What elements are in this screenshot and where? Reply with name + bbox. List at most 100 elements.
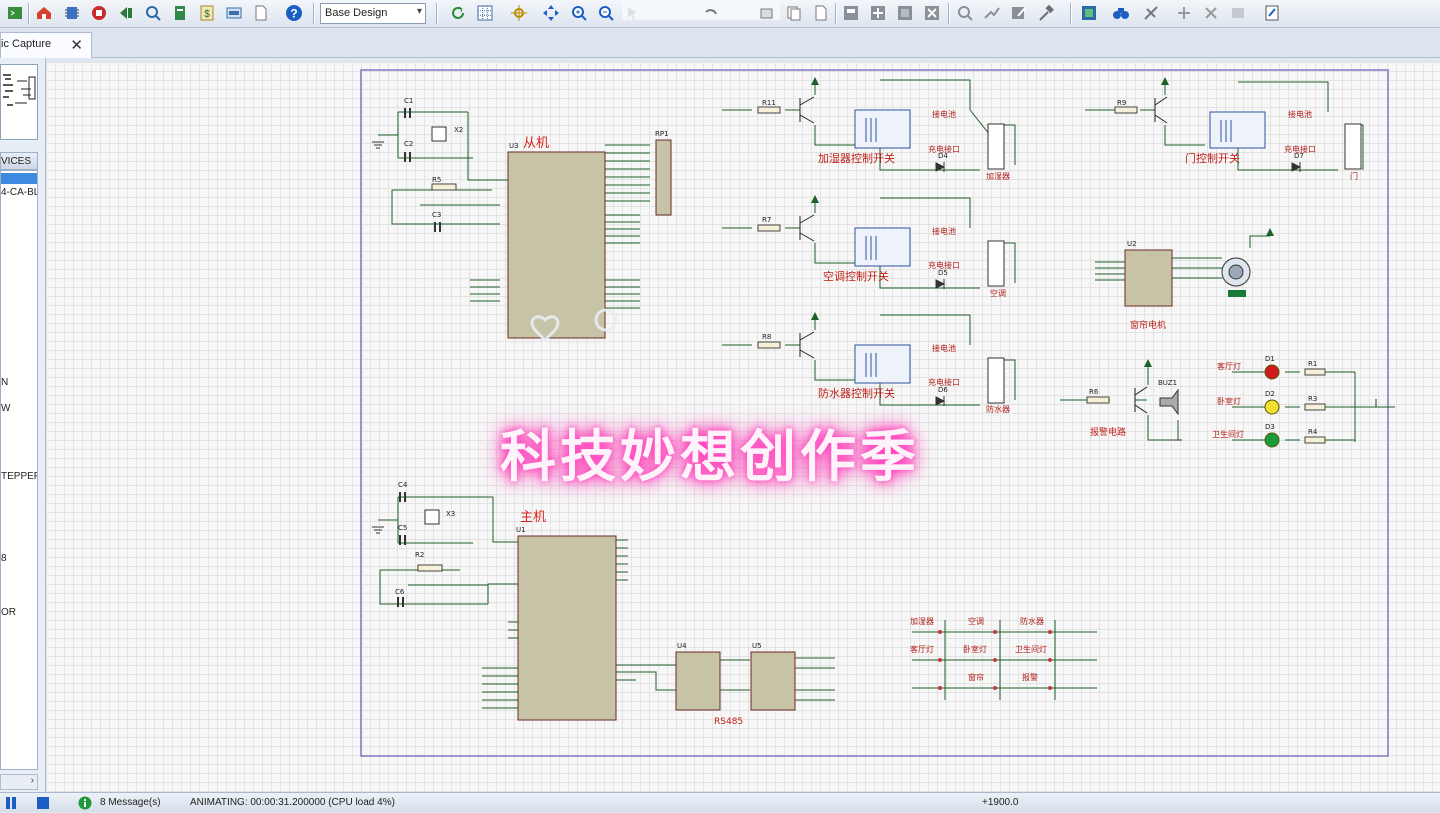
main-toolbar: $ ? Base Design ▾ [0, 0, 1440, 28]
svg-text:卧室灯: 卧室灯 [963, 644, 987, 654]
svg-text:卫生间灯: 卫生间灯 [1212, 429, 1244, 439]
messages-count[interactable]: 8 Message(s) [100, 797, 161, 808]
netlist-icon[interactable] [1078, 2, 1100, 24]
svg-text:$: $ [204, 9, 210, 20]
edit-icon[interactable] [1008, 2, 1030, 24]
svg-text:门: 门 [1350, 171, 1358, 181]
svg-text:R8: R8 [762, 333, 771, 341]
svg-text:U4: U4 [677, 642, 687, 650]
design-select-value: Base Design [325, 7, 388, 19]
block-delete-icon[interactable] [921, 2, 943, 24]
gallery-icon[interactable] [142, 2, 164, 24]
device-item[interactable]: W [1, 403, 10, 414]
block-rotate-icon[interactable] [894, 2, 916, 24]
svg-text:加湿器: 加湿器 [986, 171, 1010, 181]
cut-icon[interactable] [756, 2, 778, 24]
chip-u4 [675, 651, 721, 711]
search-icon[interactable] [954, 2, 976, 24]
zoom-in-icon[interactable] [568, 2, 590, 24]
svg-text:R7: R7 [762, 216, 771, 224]
svg-text:充电接口: 充电接口 [928, 377, 960, 387]
copy-icon[interactable] [169, 2, 191, 24]
svg-text:加湿器: 加湿器 [910, 616, 934, 626]
terminal-icon[interactable] [4, 2, 26, 24]
svg-text:充电接口: 充电接口 [928, 260, 960, 270]
tab-schematic-capture[interactable]: ic Capture ✕ [0, 32, 92, 58]
undo-icon[interactable] [700, 2, 722, 24]
svg-text:报警电路: 报警电路 [1090, 426, 1126, 438]
svg-text:R6: R6 [1089, 388, 1099, 396]
device-list-hscroll[interactable]: › [0, 774, 38, 790]
svg-text:R11: R11 [762, 99, 776, 107]
overview-window[interactable] [0, 64, 38, 140]
svg-text:接电池: 接电池 [1288, 109, 1312, 119]
document-icon-2[interactable] [810, 2, 832, 24]
device-item[interactable]: N [1, 377, 8, 388]
animating-status: ANIMATING: 00:00:31.200000 (CPU load 4%) [190, 797, 395, 808]
binoculars-icon[interactable] [1110, 2, 1132, 24]
svg-text:空调控制开关: 空调控制开关 [823, 269, 889, 283]
origin-icon[interactable] [508, 2, 530, 24]
strike-icon[interactable] [1140, 2, 1162, 24]
info-icon [78, 796, 92, 810]
svg-text:X2: X2 [454, 126, 463, 134]
led-d1 [1264, 364, 1280, 380]
scroll-right-icon[interactable]: › [31, 775, 34, 786]
home-icon[interactable] [33, 2, 55, 24]
svg-text:RS485: RS485 [714, 717, 743, 727]
device-item[interactable]: OR [1, 607, 16, 618]
block-copy-icon[interactable] [840, 2, 862, 24]
pan-icon[interactable] [540, 2, 562, 24]
led-d2 [1264, 399, 1280, 415]
svg-text:U5: U5 [752, 642, 762, 650]
svg-text:防水器控制开关: 防水器控制开关 [818, 386, 895, 400]
tools-icon[interactable] [1227, 2, 1249, 24]
remove-icon[interactable] [1200, 2, 1222, 24]
svg-text:接电池: 接电池 [932, 109, 956, 119]
svg-text:充电接口: 充电接口 [1284, 144, 1316, 154]
pause-icon[interactable] [4, 796, 18, 810]
svg-text:R4: R4 [1308, 428, 1318, 436]
svg-text:R2: R2 [415, 551, 424, 559]
svg-text:从机: 从机 [523, 136, 549, 151]
close-icon[interactable]: ✕ [70, 36, 83, 54]
device-item[interactable]: 8 [1, 553, 7, 564]
buzzer-buz1 [1159, 388, 1179, 416]
grid-icon[interactable] [474, 2, 496, 24]
svg-text:加湿器控制开关: 加湿器控制开关 [818, 151, 895, 165]
stop-icon[interactable] [36, 796, 50, 810]
svg-text:BUZ1: BUZ1 [1158, 379, 1177, 387]
zoom-out-icon[interactable] [595, 2, 617, 24]
svg-text:空调: 空调 [990, 288, 1006, 298]
back-icon[interactable] [115, 2, 137, 24]
wire-autoroute-icon[interactable] [981, 2, 1003, 24]
svg-text:D2: D2 [1265, 390, 1275, 398]
relays [854, 109, 1266, 384]
document-icon[interactable] [250, 2, 272, 24]
chip-icon[interactable] [88, 2, 110, 24]
chip-u2 [1124, 249, 1173, 307]
device-item[interactable]: 4-CA-BL [1, 187, 37, 198]
add-icon[interactable] [1173, 2, 1195, 24]
components-icon[interactable] [61, 2, 83, 24]
copy-doc-icon[interactable] [783, 2, 805, 24]
design-select[interactable]: Base Design ▾ [320, 3, 426, 24]
svg-text:D6: D6 [938, 386, 948, 394]
refresh-icon[interactable] [447, 2, 469, 24]
hammer-icon[interactable] [1035, 2, 1057, 24]
svg-text:D3: D3 [1265, 423, 1275, 431]
tape-icon[interactable] [223, 2, 245, 24]
dollar-icon[interactable]: $ [196, 2, 218, 24]
notes-icon[interactable] [1261, 2, 1283, 24]
chip-u1 [517, 535, 617, 721]
block-move-icon[interactable] [867, 2, 889, 24]
document-tab-bar: ic Capture ✕ [0, 28, 1440, 58]
svg-text:接电池: 接电池 [932, 343, 956, 353]
help-icon[interactable]: ? [283, 2, 305, 24]
svg-text:U3: U3 [509, 142, 519, 150]
svg-text:C3: C3 [432, 211, 441, 219]
device-item[interactable]: TEPPEF [1, 471, 37, 482]
device-list[interactable]: 4-CA-BL N W TEPPEF 8 OR [0, 170, 38, 770]
svg-text:?: ? [290, 7, 297, 21]
svg-text:U1: U1 [516, 526, 526, 534]
